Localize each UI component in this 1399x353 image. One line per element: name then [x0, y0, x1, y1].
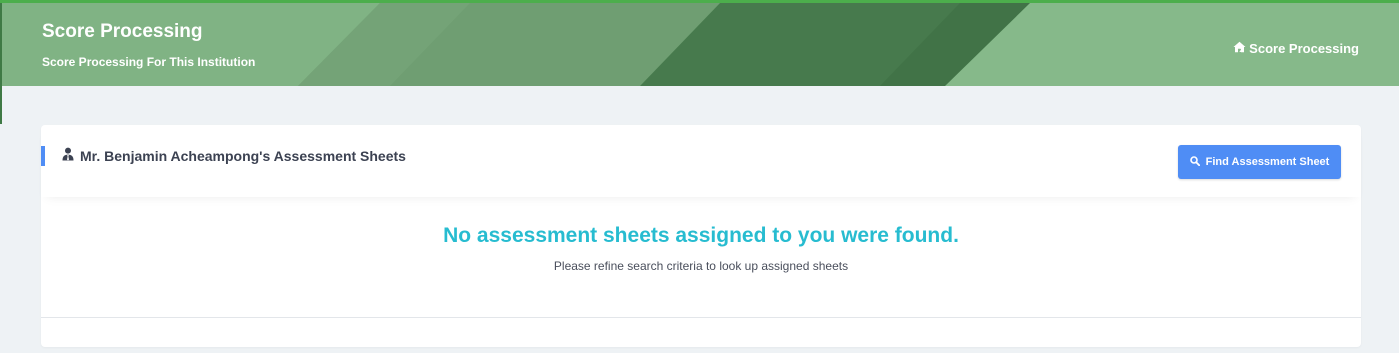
user-tie-icon [62, 147, 74, 164]
empty-state-title: No assessment sheets assigned to you wer… [443, 224, 959, 247]
search-icon [1189, 155, 1200, 169]
card-title-text: Mr. Benjamin Acheampong's Assessment She… [80, 147, 406, 164]
header-banner-pattern [0, 3, 1399, 86]
card-header: Mr. Benjamin Acheampong's Assessment She… [41, 125, 1361, 197]
page-subtitle: Score Processing For This Institution [42, 55, 256, 69]
card-divider [41, 317, 1361, 318]
card-title: Mr. Benjamin Acheampong's Assessment She… [62, 147, 406, 164]
sidebar-edge [0, 3, 2, 124]
assessment-sheets-card: Mr. Benjamin Acheampong's Assessment She… [41, 125, 1361, 347]
page-header-banner: Score Processing Score Processing For Th… [0, 3, 1399, 86]
breadcrumb-current: Score Processing [1249, 41, 1359, 56]
page-title: Score Processing [42, 21, 203, 42]
chevron-right-icon: › [1238, 41, 1244, 56]
breadcrumb: › Score Processing [1233, 41, 1359, 56]
find-button-label: Find Assessment Sheet [1205, 156, 1330, 168]
empty-state-subtitle: Please refine search criteria to look up… [553, 259, 849, 273]
find-assessment-sheet-button[interactable]: Find Assessment Sheet [1178, 145, 1341, 179]
card-header-accent [41, 146, 45, 166]
